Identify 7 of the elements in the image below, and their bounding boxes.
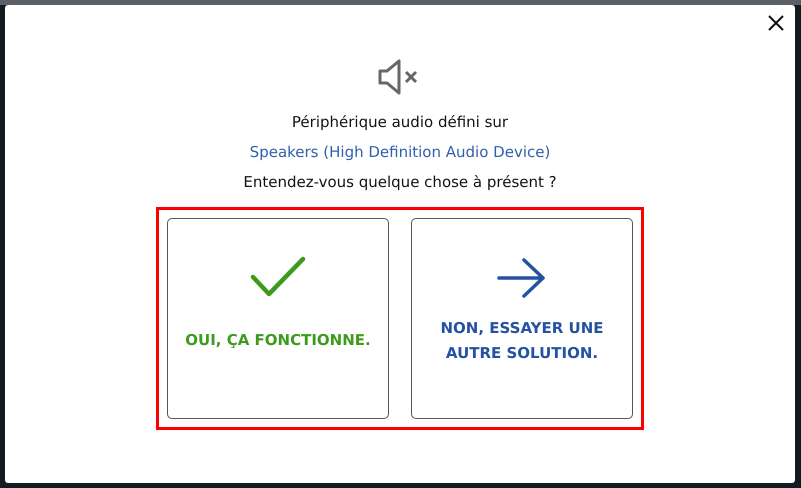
close-icon — [767, 14, 785, 32]
question-text: Entendez-vous quelque chose à présent ? — [243, 172, 557, 193]
device-link[interactable]: Speakers (High Definition Audio Device) — [250, 137, 550, 167]
message-text: Périphérique audio défini sur — [292, 112, 508, 133]
arrow-right-icon — [496, 256, 548, 300]
option-button[interactable]: NON, ESSAYER UNE AUTRE SOLUTION. — [411, 218, 633, 419]
option-button[interactable]: OUI, ÇA FONCTIONNE. — [167, 218, 389, 419]
